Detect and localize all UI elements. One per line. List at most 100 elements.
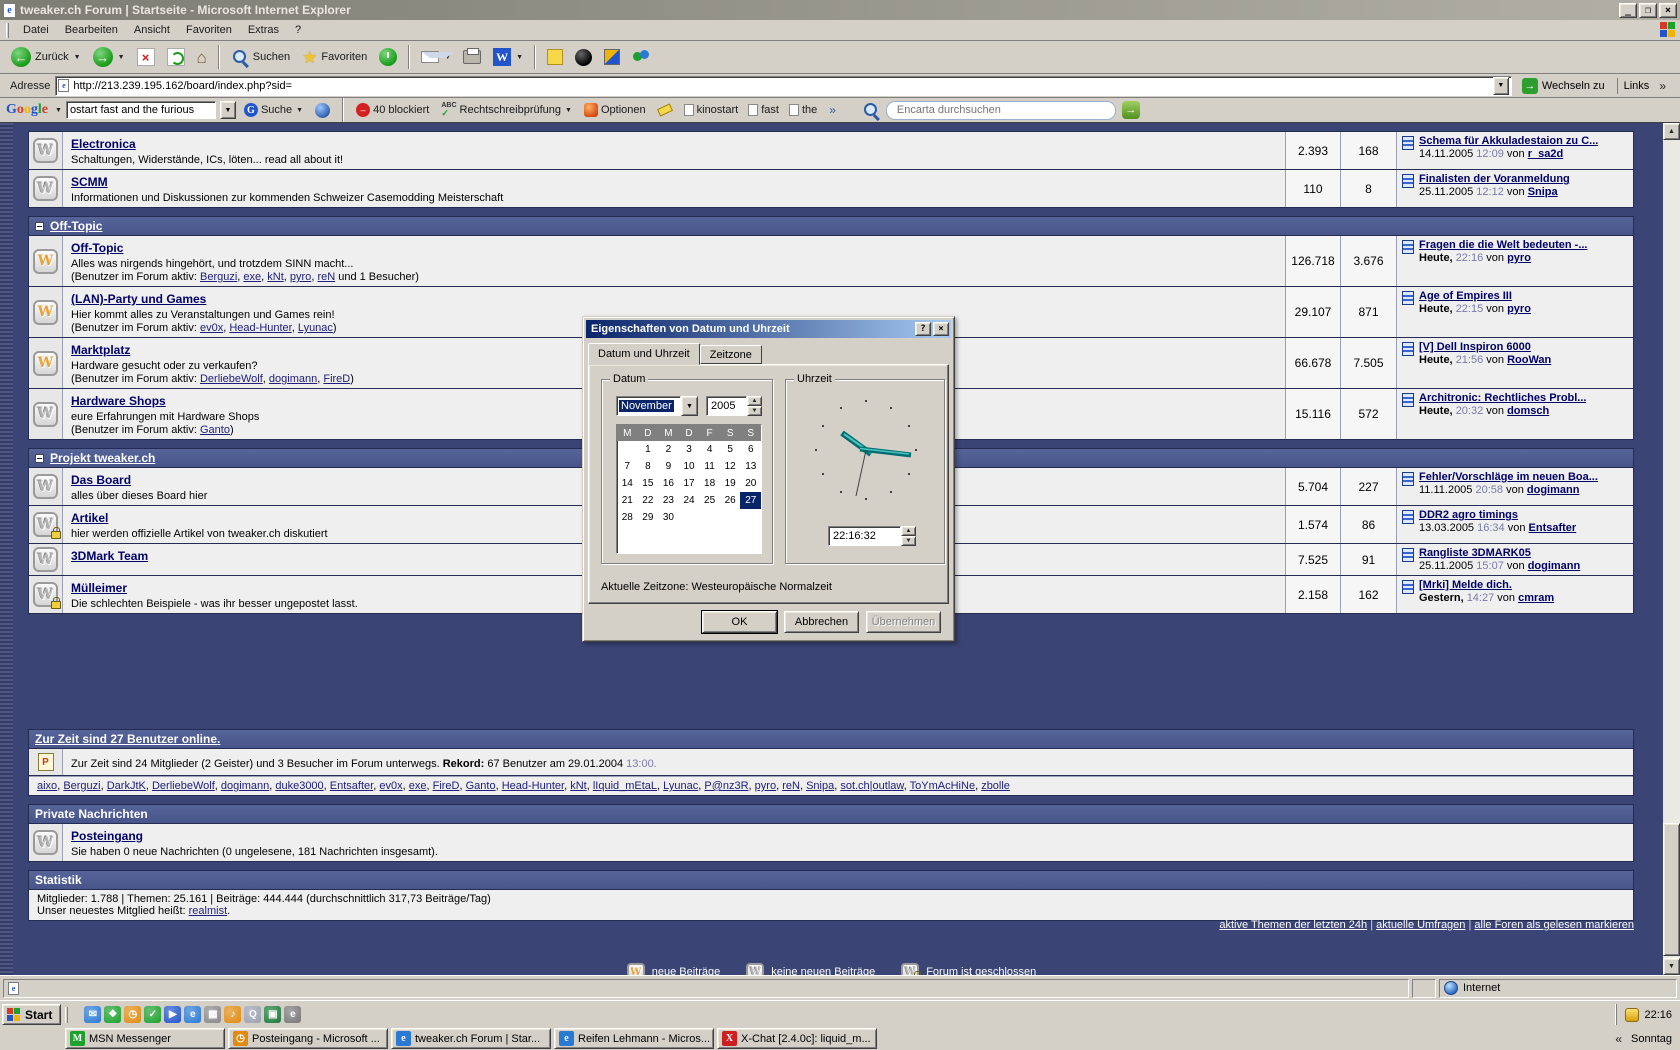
refresh-button[interactable] <box>162 43 190 71</box>
calendar-day[interactable]: 5 <box>720 441 741 458</box>
vertical-scrollbar[interactable]: ▲ ▼ <box>1663 123 1680 975</box>
footer-link[interactable]: aktuelle Umfragen <box>1376 919 1465 931</box>
online-user-link[interactable]: DarkJtK <box>107 780 146 792</box>
time-down-icon[interactable]: ▼ <box>901 536 916 546</box>
lastpost-topic-link[interactable]: [V] Dell Inspiron 6000 <box>1419 341 1551 353</box>
calendar-day[interactable]: 17 <box>679 475 700 492</box>
quicklaunch-grip[interactable] <box>65 1007 68 1023</box>
calendar-day[interactable]: 9 <box>658 458 679 475</box>
lastpost-user-link[interactable]: pyro <box>1507 303 1531 315</box>
menu-item-datei[interactable]: Datei <box>15 22 57 38</box>
favorites-button[interactable]: ★ Favoriten <box>297 43 372 71</box>
forum-link[interactable]: Electronica <box>71 137 136 151</box>
save-icon[interactable]: ▦ <box>204 1006 221 1023</box>
active-user-link[interactable]: Ganto <box>200 424 230 436</box>
taskbar-window-outlook[interactable]: ◷Posteingang - Microsoft ... <box>228 1028 388 1049</box>
online-user-link[interactable]: Entsafter <box>330 780 373 792</box>
popup-blocker-button[interactable]: – 40 blockiert <box>352 100 433 120</box>
active-user-link[interactable]: reN <box>317 271 335 283</box>
encarta-go-button[interactable]: → <box>1122 101 1140 119</box>
search-button[interactable]: Suchen <box>226 43 295 71</box>
online-user-link[interactable]: P@nz3R <box>704 780 748 792</box>
lastpost-topic-link[interactable]: Finalisten der Voranmeldung <box>1419 173 1570 185</box>
taskbar-window-ie[interactable]: etweaker.ch Forum | Star... <box>391 1028 551 1049</box>
back-dropdown-icon[interactable]: ▼ <box>74 54 81 61</box>
outlook-express-icon[interactable]: ✉ <box>84 1006 101 1023</box>
address-input[interactable]: e http://213.239.195.162/board/index.php… <box>55 76 1511 96</box>
taskbar-window-ie[interactable]: eReifen Lehmann - Micros... <box>554 1028 714 1049</box>
print-button[interactable] <box>458 43 486 71</box>
google-search-button[interactable]: G Suche ▼ <box>240 100 307 120</box>
google-search-dropdown[interactable]: ▼ <box>220 101 236 119</box>
collapse-icon[interactable] <box>35 222 44 231</box>
discuss-button[interactable] <box>542 43 568 71</box>
footer-link[interactable]: alle Foren als gelesen markieren <box>1474 919 1634 931</box>
lastpost-topic-link[interactable]: Fragen die die Welt bedeuten -... <box>1419 239 1588 251</box>
online-user-link[interactable]: reN <box>782 780 800 792</box>
word-find-button-fast[interactable]: fast <box>744 100 783 120</box>
calendar-day[interactable]: 19 <box>720 475 741 492</box>
research-button[interactable] <box>599 43 625 71</box>
online-user-link[interactable]: zbolle <box>981 780 1010 792</box>
home-button[interactable]: ⌂ <box>192 43 212 71</box>
lastpost-topic-link[interactable]: [Mrki] Melde dich. <box>1419 579 1554 591</box>
lastpost-user-link[interactable]: dogimann <box>1527 484 1580 496</box>
tray-icon[interactable] <box>1625 1008 1639 1022</box>
active-user-link[interactable]: kNt <box>267 271 284 283</box>
stop-button[interactable]: × <box>132 43 160 71</box>
calendar-day[interactable]: 10 <box>679 458 700 475</box>
active-user-link[interactable]: dogimann <box>269 373 317 385</box>
clock-icon[interactable]: ◷ <box>124 1006 141 1023</box>
menu-item-favoriten[interactable]: Favoriten <box>178 22 240 38</box>
online-user-link[interactable]: kNt <box>570 780 587 792</box>
forum-link[interactable]: SCMM <box>71 175 108 189</box>
calendar-day[interactable]: 12 <box>720 458 741 475</box>
forum-link[interactable]: 3DMark Team <box>71 549 148 563</box>
forward-button[interactable]: → ▼ <box>88 43 130 71</box>
calendar[interactable]: MDMDFSS 12345678910111213141516171819202… <box>616 424 762 554</box>
online-user-link[interactable]: duke3000 <box>275 780 323 792</box>
year-spinner[interactable]: 2005 ▲▼ <box>706 396 762 416</box>
online-user-link[interactable]: pyro <box>755 780 776 792</box>
calendar-day[interactable]: 27 <box>740 492 761 509</box>
google-overflow-icon[interactable]: » <box>825 103 840 117</box>
mail-button[interactable]: ▼ <box>416 43 456 71</box>
word-find-button-the[interactable]: the <box>785 100 821 120</box>
collapse-icon[interactable] <box>35 454 44 463</box>
lastpost-user-link[interactable]: RooWan <box>1507 354 1551 366</box>
cancel-button[interactable]: Abbrechen <box>784 611 859 633</box>
scroll-down-button[interactable]: ▼ <box>1663 958 1680 975</box>
tray-chevron-icon[interactable]: « <box>1611 1032 1626 1046</box>
calendar-day[interactable]: 21 <box>617 492 638 509</box>
forum-link[interactable]: Off-Topic <box>71 241 123 255</box>
menu-item-extras[interactable]: Extras <box>240 22 287 38</box>
calendar-day[interactable]: 30 <box>658 509 679 526</box>
topic-icon[interactable] <box>1402 580 1414 594</box>
calendar-day[interactable]: 26 <box>720 492 741 509</box>
links-overflow-icon[interactable]: » <box>1655 79 1670 93</box>
year-down-icon[interactable]: ▼ <box>747 406 762 416</box>
terminal-icon[interactable]: ▣ <box>264 1006 281 1023</box>
lastpost-topic-link[interactable]: Schema für Akkuladestaion zu C... <box>1419 135 1598 147</box>
messenger-button[interactable] <box>570 43 597 71</box>
dialog-help-button[interactable]: ? <box>915 322 931 336</box>
online-user-link[interactable]: FireD <box>433 780 460 792</box>
calendar-day[interactable]: 13 <box>740 458 761 475</box>
lastpost-user-link[interactable]: cmram <box>1518 592 1554 604</box>
section-header-link[interactable]: Off-Topic <box>50 219 102 233</box>
month-select[interactable]: November ▼ <box>616 396 698 416</box>
lastpost-topic-link[interactable]: Age of Empires III <box>1419 290 1531 302</box>
online-user-link[interactable]: Ganto <box>466 780 496 792</box>
calendar-day[interactable]: 3 <box>679 441 700 458</box>
close-button[interactable]: × <box>1659 3 1677 18</box>
calendar-day[interactable]: 4 <box>699 441 720 458</box>
calendar-day[interactable]: 7 <box>617 458 638 475</box>
scroll-up-button[interactable]: ▲ <box>1663 123 1680 140</box>
spellcheck-button[interactable]: ABC✓ Rechtschreibprüfung ▼ <box>437 100 576 120</box>
calendar-day[interactable]: 29 <box>638 509 659 526</box>
calendar-day[interactable]: 25 <box>699 492 720 509</box>
forward-dropdown-icon[interactable]: ▼ <box>118 54 125 61</box>
edit-button[interactable]: W▼ <box>488 43 528 71</box>
active-user-link[interactable]: ev0x <box>200 322 223 334</box>
inbox-link[interactable]: Posteingang <box>71 829 143 843</box>
